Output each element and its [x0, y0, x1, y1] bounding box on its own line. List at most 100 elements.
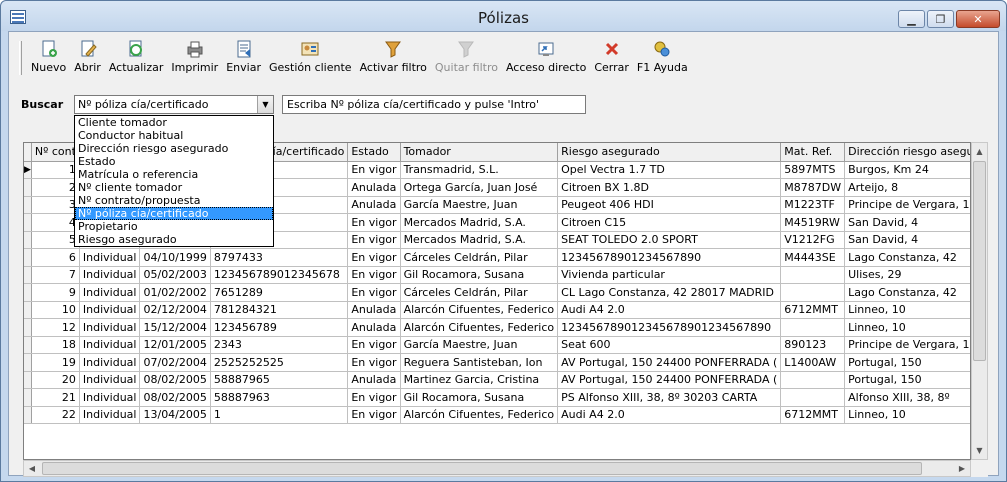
column-header[interactable]: Mat. Ref.: [780, 143, 846, 162]
title-bar[interactable]: Pólizas ▁ ❐ ✕: [1, 1, 1006, 31]
table-cell[interactable]: Martinez Garcia, Cristina: [400, 371, 559, 389]
table-cell[interactable]: En vigor: [347, 213, 401, 232]
table-cell[interactable]: Audi A4 2.0: [557, 406, 782, 424]
table-cell[interactable]: AV Portugal, 150 24400 PONFERRADA (: [557, 353, 782, 372]
table-cell[interactable]: M1223TF: [780, 196, 846, 214]
table-cell[interactable]: Anulada: [347, 371, 401, 389]
search-field-select[interactable]: Nº póliza cía/certificado ▼: [74, 95, 274, 114]
table-cell[interactable]: Anulada: [347, 301, 401, 319]
table-cell[interactable]: Individual: [79, 266, 141, 284]
table-cell[interactable]: 58887965: [210, 371, 349, 389]
row-indicator[interactable]: [24, 283, 32, 302]
activar-filtro-button[interactable]: Activar filtro: [357, 37, 430, 79]
dropdown-option[interactable]: Matrícula o referencia: [75, 168, 273, 181]
scroll-right-icon[interactable]: ▶: [954, 464, 970, 473]
row-indicator[interactable]: [24, 353, 32, 372]
enviar-button[interactable]: Enviar: [223, 37, 264, 79]
horizontal-scroll-thumb[interactable]: [42, 462, 922, 475]
column-header[interactable]: Estado: [347, 143, 401, 162]
table-cell[interactable]: Individual: [79, 248, 141, 267]
table-cell[interactable]: V1212FG: [780, 231, 846, 249]
table-cell[interactable]: [780, 388, 846, 407]
close-window-button[interactable]: ✕: [956, 10, 1000, 28]
abrir-button[interactable]: Abrir: [71, 37, 104, 79]
table-cell[interactable]: En vigor: [347, 336, 401, 354]
dropdown-option[interactable]: Cliente tomador: [75, 116, 273, 129]
table-cell[interactable]: Mercados Madrid, S.A.: [400, 213, 559, 232]
table-cell[interactable]: Burgos, Km 24: [844, 161, 970, 179]
table-cell[interactable]: M8787DW: [780, 178, 846, 197]
table-cell[interactable]: Peugeot 406 HDI: [557, 196, 782, 214]
row-indicator[interactable]: [24, 336, 32, 354]
dropdown-option[interactable]: Nº contrato/propuesta: [75, 194, 273, 207]
column-header[interactable]: Dirección riesgo asegurado: [844, 143, 970, 162]
table-row[interactable]: 12 Individual 15/12/2004 123456789 Anulada Al…: [24, 318, 970, 337]
table-cell[interactable]: Citroen C15: [557, 213, 782, 232]
row-indicator[interactable]: [24, 371, 32, 389]
table-cell[interactable]: Anulada: [347, 318, 401, 337]
current-row-arrow-icon[interactable]: ▶: [24, 161, 32, 179]
table-cell[interactable]: 58887963: [210, 388, 349, 407]
chevron-down-icon[interactable]: ▼: [257, 96, 273, 113]
table-cell[interactable]: 6712MMT: [780, 301, 846, 319]
table-row[interactable]: 7 Individual 05/02/2003 123456789012345678 E…: [24, 266, 970, 284]
table-cell[interactable]: 3: [31, 196, 80, 214]
table-cell[interactable]: Ortega García, Juan José: [400, 178, 559, 197]
table-cell[interactable]: PS Alfonso XIII, 38, 8º 30203 CARTA: [557, 388, 782, 407]
dropdown-option[interactable]: Estado: [75, 155, 273, 168]
table-cell[interactable]: Gil Rocamora, Susana: [400, 266, 559, 284]
dropdown-option[interactable]: Nº póliza cía/certificado: [75, 207, 273, 220]
table-cell[interactable]: 22: [31, 406, 80, 424]
cerrar-button[interactable]: Cerrar: [591, 37, 632, 79]
table-cell[interactable]: 19: [31, 353, 80, 372]
table-cell[interactable]: SEAT TOLEDO 2.0 SPORT: [557, 231, 782, 249]
actualizar-button[interactable]: Actualizar: [106, 37, 167, 79]
table-cell[interactable]: 18: [31, 336, 80, 354]
scroll-up-icon[interactable]: ▲: [972, 143, 987, 160]
table-cell[interactable]: Anulada: [347, 178, 401, 197]
table-cell[interactable]: Ulises, 29: [844, 266, 970, 284]
table-cell[interactable]: 2525252525: [210, 353, 349, 372]
table-cell[interactable]: 6712MMT: [780, 406, 846, 424]
scroll-down-icon[interactable]: ▼: [972, 442, 987, 459]
vertical-scrollbar[interactable]: ▲ ▼: [971, 142, 988, 460]
table-cell[interactable]: Reguera Santisteban, Ion: [400, 353, 559, 372]
table-cell[interactable]: Linneo, 10: [844, 301, 970, 319]
table-cell[interactable]: 01/02/2002: [139, 283, 211, 302]
table-cell[interactable]: 7651289: [210, 283, 349, 302]
vertical-scroll-thumb[interactable]: [973, 161, 986, 361]
table-cell[interactable]: 8797433: [210, 248, 349, 267]
row-indicator[interactable]: [24, 196, 32, 214]
table-cell[interactable]: 1: [31, 161, 80, 179]
table-cell[interactable]: Transmadrid, S.L.: [400, 161, 559, 179]
table-cell[interactable]: 6: [31, 248, 80, 267]
table-cell[interactable]: 5: [31, 231, 80, 249]
table-cell[interactable]: Audi A4 2.0: [557, 301, 782, 319]
table-cell[interactable]: Vivienda particular: [557, 266, 782, 284]
table-cell[interactable]: En vigor: [347, 266, 401, 284]
table-cell[interactable]: Mercados Madrid, S.A.: [400, 231, 559, 249]
acceso-directo-button[interactable]: Acceso directo: [503, 37, 589, 79]
table-cell[interactable]: Lago Constanza, 42: [844, 283, 970, 302]
table-cell[interactable]: 781284321: [210, 301, 349, 319]
table-row[interactable]: 20 Individual 08/02/2005 58887965 Anulada Mar…: [24, 371, 970, 389]
row-indicator[interactable]: [24, 248, 32, 267]
table-cell[interactable]: Alarcón Cifuentes, Federico: [400, 318, 559, 337]
horizontal-scrollbar[interactable]: ◀ ▶: [23, 460, 971, 477]
gestion-cliente-button[interactable]: Gestión cliente: [266, 37, 355, 79]
row-indicator[interactable]: [24, 231, 32, 249]
table-cell[interactable]: 2: [31, 178, 80, 197]
table-cell[interactable]: 5897MTS: [780, 161, 846, 179]
table-cell[interactable]: 9: [31, 283, 80, 302]
dropdown-option[interactable]: Riesgo asegurado: [75, 233, 273, 246]
table-cell[interactable]: [780, 318, 846, 337]
table-cell[interactable]: Individual: [79, 283, 141, 302]
table-cell[interactable]: 2343: [210, 336, 349, 354]
table-row[interactable]: 19 Individual 07/02/2004 2525252525 En vigor…: [24, 353, 970, 372]
table-cell[interactable]: Cárceles Celdrán, Pilar: [400, 283, 559, 302]
table-cell[interactable]: Gil Rocamora, Susana: [400, 388, 559, 407]
table-cell[interactable]: 05/02/2003: [139, 266, 211, 284]
dropdown-option[interactable]: Conductor habitual: [75, 129, 273, 142]
table-cell[interactable]: [780, 283, 846, 302]
row-indicator[interactable]: [24, 406, 32, 424]
